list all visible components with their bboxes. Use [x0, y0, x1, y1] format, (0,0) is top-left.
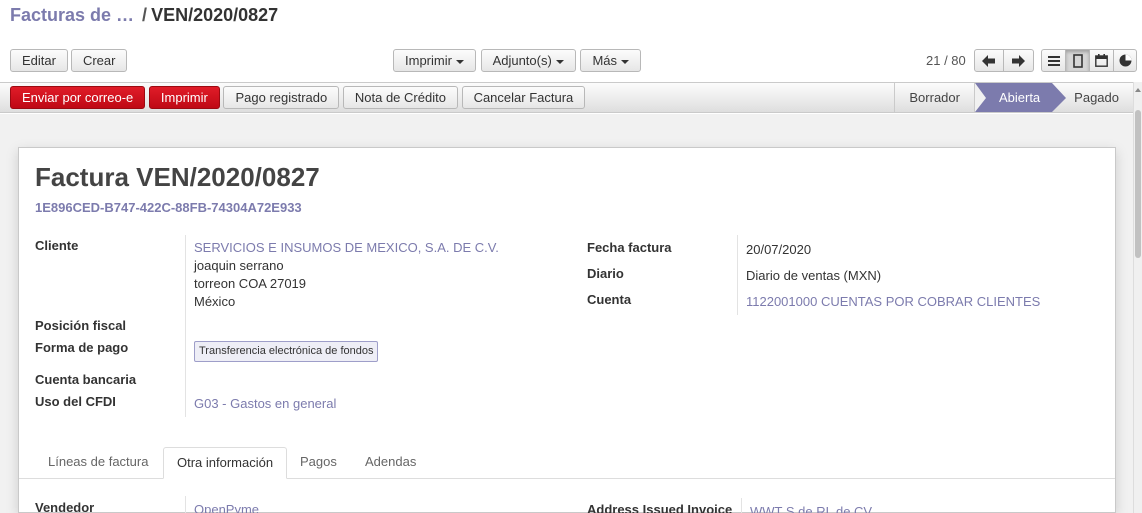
edit-button[interactable]: Editar	[10, 49, 68, 72]
tab-payments[interactable]: Pagos	[287, 447, 350, 479]
status-stages: Borrador Abierta Pagado	[894, 83, 1133, 112]
list-icon	[1047, 55, 1060, 66]
more-dropdown-label: Más	[592, 53, 617, 68]
vertical-scrollbar[interactable]	[1133, 82, 1142, 513]
arrow-right-icon	[1012, 54, 1026, 67]
graph-view-button[interactable]	[1113, 49, 1137, 72]
journal-value: Diario de ventas (MXN)	[746, 268, 882, 283]
journal-label: Diario	[587, 266, 624, 281]
statusbar: Enviar por correo-e Imprimir Pago regist…	[0, 82, 1133, 113]
pager-value[interactable]: 21 / 80	[926, 53, 966, 68]
invoice-date-label: Fecha factura	[587, 240, 672, 255]
field-divider-right	[737, 235, 738, 315]
document-title: Factura VEN/2020/0827	[35, 162, 320, 193]
arrow-left-icon	[981, 54, 995, 67]
customer-city: torreon COA 27019	[194, 276, 307, 291]
print-invoice-button[interactable]: Imprimir	[148, 86, 220, 109]
cfdi-use-label: Uso del CFDI	[35, 394, 116, 409]
print-dropdown[interactable]: Imprimir	[393, 49, 476, 72]
breadcrumb-current: VEN/2020/0827	[151, 5, 279, 25]
form-icon	[1072, 53, 1083, 68]
field-divider-salesperson	[185, 496, 186, 513]
print-dropdown-label: Imprimir	[405, 53, 452, 68]
form-view-button[interactable]	[1065, 49, 1089, 72]
payment-method-tag[interactable]: Transferencia electrónica de fondos	[194, 341, 379, 362]
pager-buttons	[973, 49, 1034, 72]
status-actions: Enviar por correo-e Imprimir Pago regist…	[10, 86, 586, 109]
field-divider-left	[185, 235, 186, 417]
address-issued-label: Address Issued Invoice	[587, 502, 733, 513]
main-buttons: Editar Crear	[10, 49, 130, 72]
attachments-dropdown[interactable]: Adjunto(s)	[480, 49, 576, 72]
salesperson-label: Vendedor	[35, 500, 95, 513]
account-label: Cuenta	[587, 292, 632, 307]
scroll-up-arrow-icon[interactable]	[1135, 88, 1141, 92]
more-dropdown[interactable]: Más	[580, 49, 641, 72]
register-payment-button[interactable]: Pago registrado	[223, 86, 340, 109]
breadcrumb-parent-link[interactable]: Facturas de …	[10, 5, 134, 25]
account-link[interactable]: 1122001000 CUENTAS POR COBRAR CLIENTES	[746, 294, 1040, 309]
customer-link[interactable]: SERVICIOS E INSUMOS DE MEXICO, S.A. DE C…	[194, 240, 499, 255]
sidebar-dropdowns: Imprimir Adjunto(s) Más	[393, 49, 642, 72]
view-switcher	[1041, 49, 1137, 72]
send-email-button[interactable]: Enviar por correo-e	[10, 86, 146, 109]
stage-draft: Borrador	[894, 83, 974, 112]
payment-method-label: Forma de pago	[35, 340, 129, 355]
customer-country: México	[194, 294, 236, 309]
stage-open: Abierta	[973, 83, 1067, 112]
tab-addenda[interactable]: Adendas	[352, 447, 429, 479]
cancel-invoice-button[interactable]: Cancelar Factura	[461, 86, 586, 109]
breadcrumb: Facturas de … / VEN/2020/0827	[10, 5, 278, 29]
graph-icon	[1119, 54, 1131, 67]
document-title-number: VEN/2020/0827	[136, 162, 320, 192]
scrollbar-thumb[interactable]	[1135, 110, 1141, 258]
caret-down-icon	[455, 59, 464, 64]
invoice-date-value: 20/07/2020	[746, 242, 812, 257]
tab-other-info[interactable]: Otra información	[163, 447, 288, 479]
create-button[interactable]: Crear	[70, 49, 128, 72]
caret-down-icon	[555, 59, 564, 64]
address-issued-link[interactable]: WWT S de RL de CV	[750, 504, 872, 513]
field-divider-address	[741, 498, 742, 513]
document-uuid: 1E896CED-B747-422C-88FB-74304A72E933	[35, 200, 302, 215]
attachments-dropdown-label: Adjunto(s)	[492, 53, 552, 68]
list-view-button[interactable]	[1041, 49, 1065, 72]
bank-account-label: Cuenta bancaria	[35, 372, 137, 387]
pager-previous-button[interactable]	[973, 49, 1004, 72]
calendar-view-button[interactable]	[1089, 49, 1113, 72]
breadcrumb-separator: /	[142, 5, 148, 25]
cfdi-use-link[interactable]: G03 - Gastos en general	[194, 396, 336, 411]
credit-note-button[interactable]: Nota de Crédito	[342, 86, 458, 109]
pager-next-button[interactable]	[1003, 49, 1034, 72]
salesperson-link[interactable]: OpenPyme	[194, 502, 259, 513]
tab-invoice-lines[interactable]: Líneas de factura	[35, 447, 161, 479]
caret-down-icon	[621, 59, 629, 64]
calendar-icon	[1095, 54, 1108, 67]
customer-contact: joaquin serrano	[194, 258, 284, 273]
document-title-prefix: Factura	[35, 162, 129, 192]
customer-label: Cliente	[35, 238, 79, 253]
pager: 21 / 80	[926, 49, 1034, 72]
fiscal-position-label: Posición fiscal	[35, 318, 127, 333]
